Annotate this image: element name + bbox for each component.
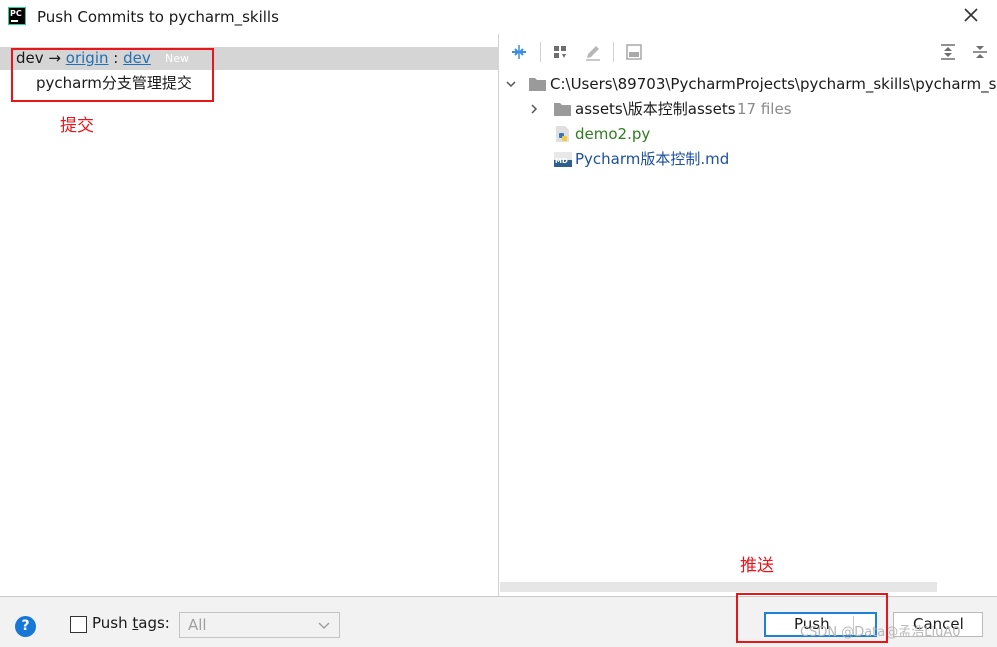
expand-all-icon [941, 44, 955, 60]
edit-button[interactable] [583, 42, 603, 62]
folder-name: assets\版本控制assets [575, 100, 736, 118]
help-icon: ? [21, 618, 30, 634]
edit-icon [586, 46, 600, 61]
expand-all-button[interactable] [938, 42, 958, 62]
collapse-all-button[interactable] [970, 42, 990, 62]
markdown-file-icon: MD [554, 152, 572, 167]
compare-arrows-icon [512, 45, 526, 59]
annotation-push-box [736, 593, 888, 643]
window-title: Push Commits to pycharm_skills [37, 8, 279, 26]
help-button[interactable]: ? [15, 616, 36, 637]
push-tags-label[interactable]: Push tags: [92, 614, 170, 632]
changes-toolbar [500, 34, 997, 70]
close-icon [964, 8, 978, 22]
tree-root-path: C:\Users\89703\PycharmProjects\pycharm_s… [550, 75, 997, 93]
annotation-commit-box [11, 48, 214, 102]
folder-icon [529, 78, 546, 91]
group-by-button[interactable] [551, 42, 571, 62]
chevron-down-icon[interactable] [504, 72, 518, 96]
changes-panel: C:\Users\89703\PycharmProjects\pycharm_s… [500, 34, 997, 596]
tree-file-row[interactable]: MD Pycharm版本控制.md [500, 147, 997, 171]
tree-file-row[interactable]: demo2.py [500, 122, 997, 146]
folder-file-count: 17 files [737, 100, 792, 118]
tags-select-value: All [188, 616, 207, 634]
commit-icon [626, 44, 642, 60]
python-file-icon [556, 126, 569, 142]
commit-button[interactable] [624, 42, 644, 62]
close-window-button[interactable] [961, 6, 981, 26]
compare-button[interactable] [509, 42, 529, 62]
annotation-push-label: 推送 [740, 556, 774, 576]
group-by-icon [554, 46, 566, 58]
tree-folder-row[interactable]: assets\版本控制assets 17 files [500, 97, 997, 121]
annotation-commit-label: 提交 [60, 116, 94, 136]
collapse-all-icon [973, 46, 987, 58]
title-bar: PC Push Commits to pycharm_skills [0, 0, 997, 34]
chevron-right-icon[interactable] [527, 97, 541, 121]
push-tags-checkbox[interactable] [70, 616, 87, 633]
pycharm-app-icon: PC [8, 7, 26, 25]
file-name: Pycharm版本控制.md [575, 150, 730, 168]
file-name: demo2.py [575, 125, 651, 143]
tags-select[interactable]: All [179, 612, 340, 638]
folder-icon [554, 103, 571, 116]
chevron-down-icon [318, 622, 330, 630]
tree-root-row[interactable]: C:\Users\89703\PycharmProjects\pycharm_s… [500, 72, 997, 96]
horizontal-scrollbar[interactable] [500, 582, 937, 592]
